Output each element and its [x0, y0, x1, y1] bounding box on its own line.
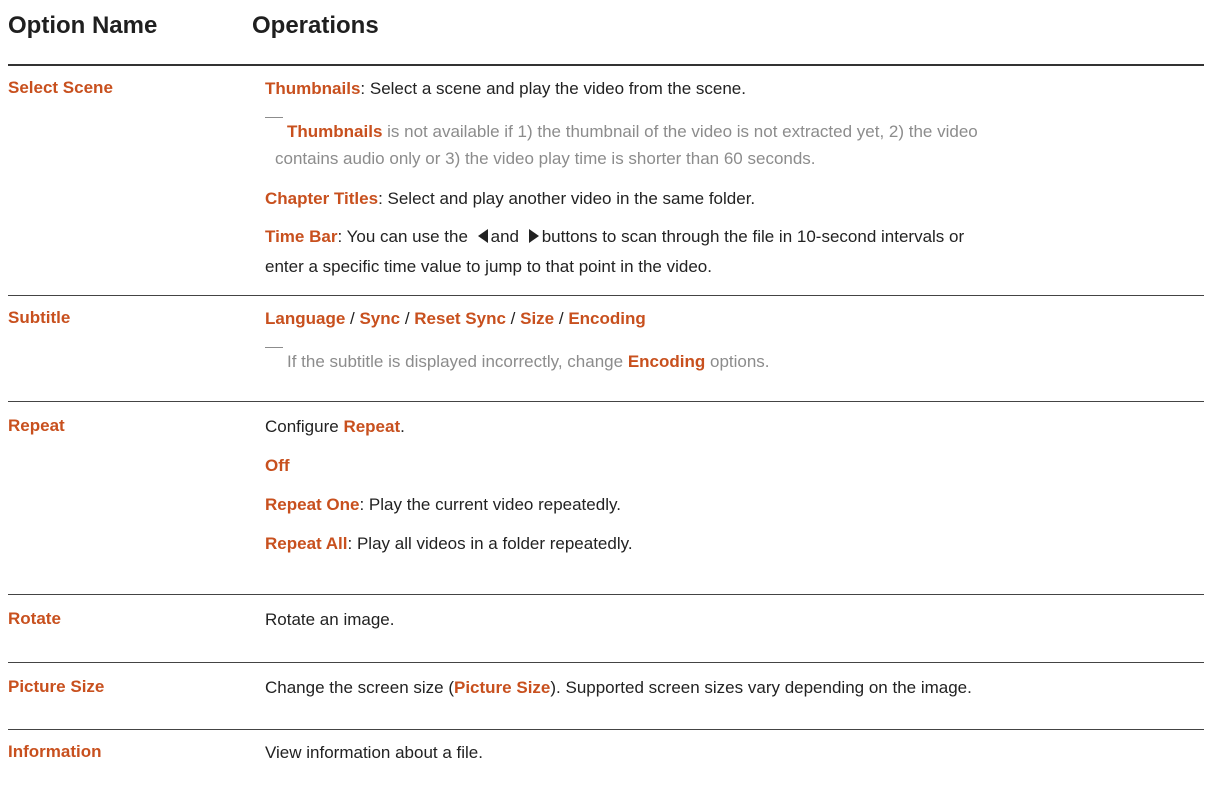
- operation-text: enter a specific time value to jump to t…: [265, 257, 712, 276]
- note-dash-icon: [265, 117, 283, 118]
- note-line: If the subtitle is displayed incorrectly…: [265, 347, 1204, 374]
- option-name: Rotate: [8, 609, 61, 628]
- keyword: Thumbnails: [287, 122, 383, 141]
- option-name: Select Scene: [8, 78, 113, 97]
- keyword: Time Bar: [265, 227, 338, 246]
- separator: /: [505, 309, 521, 328]
- table-header: Option Name Operations: [8, 0, 1204, 66]
- operation-line: Language / Sync / Reset Sync / Size / En…: [265, 306, 1204, 331]
- column-header-operations: Operations: [252, 12, 379, 39]
- keyword: Picture Size: [454, 678, 551, 697]
- keyword: Thumbnails: [265, 79, 361, 98]
- separator: /: [400, 309, 415, 328]
- operation-text: and: [490, 227, 524, 246]
- separator: /: [554, 309, 569, 328]
- column-header-option-name: Option Name: [8, 12, 158, 39]
- operation-line: Thumbnails: Select a scene and play the …: [265, 76, 1204, 101]
- operation-line: Off: [265, 453, 1204, 478]
- operation-line: Change the screen size (Picture Size). S…: [265, 675, 1204, 700]
- right-triangle-icon: [528, 229, 539, 243]
- keyword: Off: [265, 456, 290, 475]
- option-name: Subtitle: [8, 308, 71, 327]
- operation-text: Configure: [265, 417, 344, 436]
- option-name: Picture Size: [8, 677, 105, 696]
- operation-line: Configure Repeat.: [265, 414, 1204, 439]
- note-line: contains audio only or 3) the video play…: [265, 146, 1204, 171]
- keyword: Chapter Titles: [265, 189, 379, 208]
- operation-text: buttons to scan through the file in 10-s…: [541, 227, 965, 246]
- note-text: contains audio only or 3) the video play…: [275, 149, 816, 168]
- operation-line: Repeat One: Play the current video repea…: [265, 492, 1204, 517]
- keyword: Encoding: [627, 352, 706, 371]
- left-triangle-icon: [477, 229, 488, 243]
- operation-text: Change the screen size (: [265, 678, 454, 697]
- table-row-rotate: Rotate Rotate an image.: [8, 595, 1204, 663]
- option-name: Repeat: [8, 416, 65, 435]
- operation-text: Rotate an image.: [265, 610, 395, 629]
- operation-text: ). Supported screen sizes vary depending…: [550, 678, 972, 697]
- operation-text: : Select a scene and play the video from…: [360, 79, 746, 98]
- keyword: Size: [520, 309, 555, 328]
- table-row-picture-size: Picture Size Change the screen size (Pic…: [8, 663, 1204, 730]
- keyword: Encoding: [568, 309, 646, 328]
- note-dash-icon: [265, 347, 283, 348]
- note-text: options.: [705, 352, 770, 371]
- note-text: is not available if 1) the thumbnail of …: [382, 122, 978, 141]
- operation-line: Chapter Titles: Select and play another …: [265, 186, 1204, 211]
- operation-text: : Select and play another video in the s…: [378, 189, 756, 208]
- note-line: Thumbnails is not available if 1) the th…: [265, 117, 1204, 144]
- keyword: Repeat: [343, 417, 401, 436]
- operation-line: Rotate an image.: [265, 607, 1204, 632]
- operation-text: : Play the current video repeatedly.: [359, 495, 621, 514]
- table-row-information: Information View information about a fil…: [8, 730, 1204, 790]
- operation-line: Repeat All: Play all videos in a folder …: [265, 531, 1204, 556]
- options-table: Option Name Operations Select Scene Thum…: [8, 0, 1204, 790]
- operation-line: enter a specific time value to jump to t…: [265, 254, 1204, 279]
- operation-text: : You can use the: [337, 227, 473, 246]
- operation-text: .: [400, 417, 405, 436]
- table-row-repeat: Repeat Configure Repeat. Off Repeat One:…: [8, 402, 1204, 595]
- keyword: Repeat One: [265, 495, 360, 514]
- operation-text: View information about a file.: [265, 743, 483, 762]
- operation-line: Time Bar: You can use the and buttons to…: [265, 224, 1204, 249]
- keyword: Language: [265, 309, 346, 328]
- keyword: Sync: [359, 309, 401, 328]
- operation-line: View information about a file.: [265, 740, 1204, 765]
- separator: /: [345, 309, 360, 328]
- keyword: Repeat All: [265, 534, 348, 553]
- operation-text: : Play all videos in a folder repeatedly…: [347, 534, 633, 553]
- note-text: If the subtitle is displayed incorrectly…: [287, 352, 628, 371]
- table-row-select-scene: Select Scene Thumbnails: Select a scene …: [8, 66, 1204, 296]
- keyword: Reset Sync: [414, 309, 506, 328]
- option-name: Information: [8, 742, 102, 761]
- table-row-subtitle: Subtitle Language / Sync / Reset Sync / …: [8, 296, 1204, 402]
